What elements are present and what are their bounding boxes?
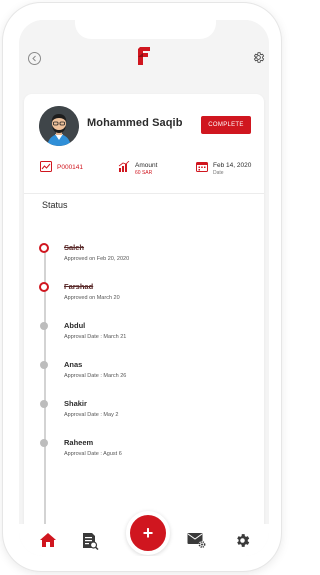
invoice-icon xyxy=(40,161,52,172)
gear-icon[interactable] xyxy=(252,51,265,64)
phone-frame: Mohammed Saqib COMPLETE P000141 Amount 6… xyxy=(3,3,281,571)
order-id: P000141 xyxy=(57,164,84,171)
gear-icon[interactable] xyxy=(234,532,251,549)
timeline-item: Shakir Approval Date : May 2 xyxy=(24,397,264,427)
brand-logo-icon xyxy=(138,47,150,65)
approval-detail: Approval Date : March 21 xyxy=(64,334,127,340)
approval-detail: Approval Date : May 2 xyxy=(64,412,119,418)
timeline-item: Anas Approval Date : March 26 xyxy=(24,358,264,388)
date-label: Date xyxy=(213,170,224,176)
mail-settings-icon[interactable] xyxy=(187,532,207,549)
avatar xyxy=(39,106,79,146)
approver-name: Raheem xyxy=(64,438,94,447)
timeline-item: Abdul Approval Date : March 21 xyxy=(24,319,264,349)
approver-name: Saleh xyxy=(64,243,85,252)
timeline-dot-pending xyxy=(40,322,48,330)
growth-chart-icon xyxy=(118,161,130,172)
approver-name: Abdul xyxy=(64,321,86,330)
timeline-dot-pending xyxy=(40,361,48,369)
approval-detail: Approval Date : March 26 xyxy=(64,373,127,379)
timeline-dot-approved xyxy=(39,243,49,253)
amount-value: 60 SAR xyxy=(135,170,153,176)
document-search-icon[interactable] xyxy=(81,532,99,550)
timeline-dot-pending xyxy=(40,439,48,447)
home-icon[interactable] xyxy=(39,532,57,548)
app-screen: Mohammed Saqib COMPLETE P000141 Amount 6… xyxy=(19,20,269,556)
approval-detail: Approved on Feb 20, 2020 xyxy=(64,256,130,262)
approval-detail: Approved on March 20 xyxy=(64,295,120,301)
timeline-dot-pending xyxy=(40,400,48,408)
approver-name: Anas xyxy=(64,360,83,369)
request-info-row: P000141 Amount 60 SAR Feb 14, 2020 Date xyxy=(24,161,264,187)
approval-detail: Approval Date : Agust 6 xyxy=(64,451,122,457)
complete-status-button[interactable]: COMPLETE xyxy=(201,116,251,134)
request-card: Mohammed Saqib COMPLETE P000141 Amount 6… xyxy=(24,94,264,534)
approver-name: Farshad xyxy=(64,282,94,291)
back-button[interactable] xyxy=(28,52,41,65)
divider xyxy=(24,193,264,194)
timeline-item: Saleh Approved on Feb 20, 2020 xyxy=(24,241,264,271)
date-value: Feb 14, 2020 xyxy=(213,162,252,169)
amount-label: Amount xyxy=(135,162,158,169)
user-avatar-icon xyxy=(39,106,79,146)
timeline-item: Raheem Approval Date : Agust 6 xyxy=(24,436,264,466)
back-circle-icon xyxy=(32,55,36,62)
user-name: Mohammed Saqib xyxy=(87,117,183,129)
status-title: Status xyxy=(42,200,68,210)
add-button[interactable]: + xyxy=(126,511,170,555)
timeline-dot-approved xyxy=(39,282,49,292)
phone-notch xyxy=(75,15,216,39)
timeline-item: Farshad Approved on March 20 xyxy=(24,280,264,310)
approver-name: Shakir xyxy=(64,399,87,408)
calendar-icon xyxy=(196,162,208,172)
